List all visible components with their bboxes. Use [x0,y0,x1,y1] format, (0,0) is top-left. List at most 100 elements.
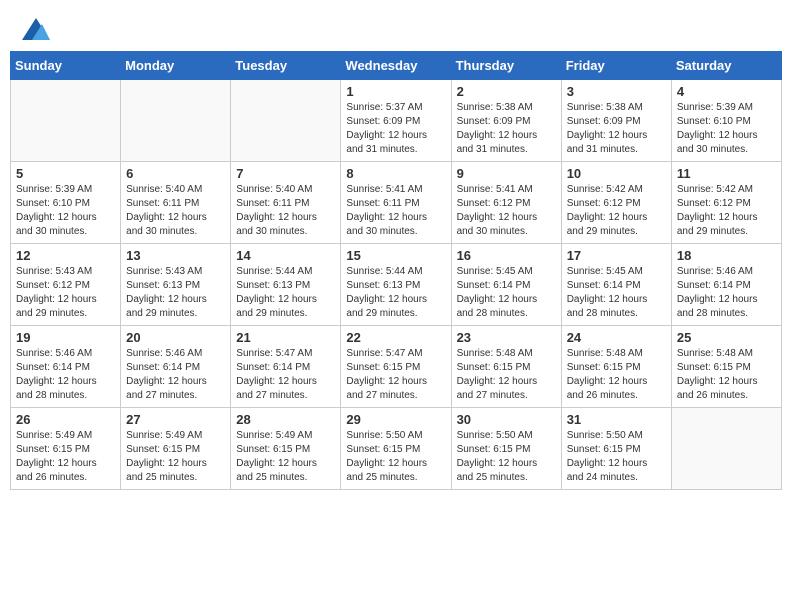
day-number: 15 [346,248,445,263]
day-info: Sunrise: 5:42 AM Sunset: 6:12 PM Dayligh… [567,183,666,239]
day-number: 24 [567,330,666,345]
calendar-cell: 13 Sunrise: 5:43 AM Sunset: 6:13 PM Dayli… [121,244,231,326]
page-header [10,10,782,43]
day-number: 5 [16,166,115,181]
day-number: 13 [126,248,225,263]
day-info: Sunrise: 5:48 AM Sunset: 6:15 PM Dayligh… [567,347,666,403]
day-number: 31 [567,412,666,427]
calendar-cell: 20Sunrise: 5:46 AM Sunset: 6:14 PM Dayli… [121,326,231,408]
calendar-cell: 8 Sunrise: 5:41 AM Sunset: 6:11 PM Daylig… [341,162,451,244]
day-info: Sunrise: 5:39 AM Sunset: 6:10 PM Dayligh… [677,101,776,157]
calendar-cell: 12 Sunrise: 5:43 AM Sunset: 6:12 PM Dayli… [11,244,121,326]
calendar-week-row: 19 Sunrise: 5:46 AM Sunset: 6:14 PM Dayli… [11,326,782,408]
calendar-cell: 11 Sunrise: 5:42 AM Sunset: 6:12 PM Dayli… [671,162,781,244]
day-number: 1 [346,84,445,99]
day-number: 19 [16,330,115,345]
day-number: 21 [236,330,335,345]
calendar-table: SundayMondayTuesdayWednesdayThursdayFrid… [10,51,782,490]
day-number: 12 [16,248,115,263]
day-info: Sunrise: 5:44 AM Sunset: 6:13 PM Dayligh… [236,265,335,321]
day-info: Sunrise: 5:38 AM Sunset: 6:09 PM Dayligh… [567,101,666,157]
day-info: Sunrise: 5:47 AM Sunset: 6:15 PM Dayligh… [346,347,445,403]
calendar-cell: 7Sunrise: 5:40 AM Sunset: 6:11 PM Daylig… [231,162,341,244]
day-info: Sunrise: 5:45 AM Sunset: 6:14 PM Dayligh… [457,265,556,321]
day-number: 4 [677,84,776,99]
calendar-cell: 19 Sunrise: 5:46 AM Sunset: 6:14 PM Dayli… [11,326,121,408]
day-info: Sunrise: 5:37 AM Sunset: 6:09 PM Dayligh… [346,101,445,157]
day-info: Sunrise: 5:46 AM Sunset: 6:14 PM Dayligh… [677,265,776,321]
day-info: Sunrise: 5:48 AM Sunset: 6:15 PM Dayligh… [677,347,776,403]
calendar-cell: 15 Sunrise: 5:44 AM Sunset: 6:13 PM Dayli… [341,244,451,326]
day-number: 11 [677,166,776,181]
day-number: 18 [677,248,776,263]
day-info: Sunrise: 5:41 AM Sunset: 6:11 PM Dayligh… [346,183,445,239]
day-info: Sunrise: 5:47 AM Sunset: 6:14 PM Dayligh… [236,347,335,403]
calendar-cell [121,80,231,162]
day-number: 2 [457,84,556,99]
day-number: 27 [126,412,225,427]
day-info: Sunrise: 5:44 AM Sunset: 6:13 PM Dayligh… [346,265,445,321]
calendar-week-row: 12 Sunrise: 5:43 AM Sunset: 6:12 PM Dayli… [11,244,782,326]
day-info: Sunrise: 5:39 AM Sunset: 6:10 PM Dayligh… [16,183,115,239]
calendar-header-saturday: Saturday [671,52,781,80]
day-number: 14 [236,248,335,263]
calendar-cell: 2 Sunrise: 5:38 AM Sunset: 6:09 PM Daylig… [451,80,561,162]
calendar-header-friday: Friday [561,52,671,80]
day-number: 3 [567,84,666,99]
day-number: 17 [567,248,666,263]
calendar-cell: 24 Sunrise: 5:48 AM Sunset: 6:15 PM Dayli… [561,326,671,408]
day-number: 10 [567,166,666,181]
calendar-week-row: 26 Sunrise: 5:49 AM Sunset: 6:15 PM Dayli… [11,408,782,490]
calendar-cell: 1 Sunrise: 5:37 AM Sunset: 6:09 PM Daylig… [341,80,451,162]
day-info: Sunrise: 5:41 AM Sunset: 6:12 PM Dayligh… [457,183,556,239]
day-info: Sunrise: 5:46 AM Sunset: 6:14 PM Dayligh… [126,347,225,403]
day-info: Sunrise: 5:50 AM Sunset: 6:15 PM Dayligh… [567,429,666,485]
day-info: Sunrise: 5:49 AM Sunset: 6:15 PM Dayligh… [126,429,225,485]
day-info: Sunrise: 5:49 AM Sunset: 6:15 PM Dayligh… [236,429,335,485]
calendar-week-row: 5 Sunrise: 5:39 AM Sunset: 6:10 PM Daylig… [11,162,782,244]
calendar-cell [671,408,781,490]
calendar-cell: 3 Sunrise: 5:38 AM Sunset: 6:09 PM Daylig… [561,80,671,162]
calendar-cell: 21 Sunrise: 5:47 AM Sunset: 6:14 PM Dayli… [231,326,341,408]
day-number: 30 [457,412,556,427]
day-info: Sunrise: 5:46 AM Sunset: 6:14 PM Dayligh… [16,347,115,403]
calendar-cell: 23Sunrise: 5:48 AM Sunset: 6:15 PM Dayli… [451,326,561,408]
calendar-cell: 5 Sunrise: 5:39 AM Sunset: 6:10 PM Daylig… [11,162,121,244]
day-info: Sunrise: 5:43 AM Sunset: 6:12 PM Dayligh… [16,265,115,321]
calendar-cell: 30Sunrise: 5:50 AM Sunset: 6:15 PM Dayli… [451,408,561,490]
calendar-cell: 6 Sunrise: 5:40 AM Sunset: 6:11 PM Daylig… [121,162,231,244]
day-number: 6 [126,166,225,181]
day-number: 23 [457,330,556,345]
calendar-cell: 31 Sunrise: 5:50 AM Sunset: 6:15 PM Dayli… [561,408,671,490]
calendar-header-row: SundayMondayTuesdayWednesdayThursdayFrid… [11,52,782,80]
day-info: Sunrise: 5:49 AM Sunset: 6:15 PM Dayligh… [16,429,115,485]
day-number: 22 [346,330,445,345]
day-number: 26 [16,412,115,427]
logo-icon [22,18,50,40]
calendar-cell [11,80,121,162]
day-info: Sunrise: 5:40 AM Sunset: 6:11 PM Dayligh… [126,183,225,239]
calendar-cell: 14 Sunrise: 5:44 AM Sunset: 6:13 PM Dayli… [231,244,341,326]
day-number: 29 [346,412,445,427]
calendar-cell: 10 Sunrise: 5:42 AM Sunset: 6:12 PM Dayli… [561,162,671,244]
day-number: 25 [677,330,776,345]
day-info: Sunrise: 5:45 AM Sunset: 6:14 PM Dayligh… [567,265,666,321]
calendar-cell: 26 Sunrise: 5:49 AM Sunset: 6:15 PM Dayli… [11,408,121,490]
logo [20,18,50,43]
calendar-header-tuesday: Tuesday [231,52,341,80]
calendar-cell: 28 Sunrise: 5:49 AM Sunset: 6:15 PM Dayli… [231,408,341,490]
day-number: 7 [236,166,335,181]
day-number: 8 [346,166,445,181]
calendar-cell: 16 Sunrise: 5:45 AM Sunset: 6:14 PM Dayli… [451,244,561,326]
day-info: Sunrise: 5:42 AM Sunset: 6:12 PM Dayligh… [677,183,776,239]
calendar-cell: 22 Sunrise: 5:47 AM Sunset: 6:15 PM Dayli… [341,326,451,408]
day-number: 28 [236,412,335,427]
calendar-cell [231,80,341,162]
calendar-cell: 17 Sunrise: 5:45 AM Sunset: 6:14 PM Dayli… [561,244,671,326]
day-number: 16 [457,248,556,263]
day-info: Sunrise: 5:43 AM Sunset: 6:13 PM Dayligh… [126,265,225,321]
day-number: 9 [457,166,556,181]
day-info: Sunrise: 5:38 AM Sunset: 6:09 PM Dayligh… [457,101,556,157]
calendar-header-monday: Monday [121,52,231,80]
calendar-header-sunday: Sunday [11,52,121,80]
